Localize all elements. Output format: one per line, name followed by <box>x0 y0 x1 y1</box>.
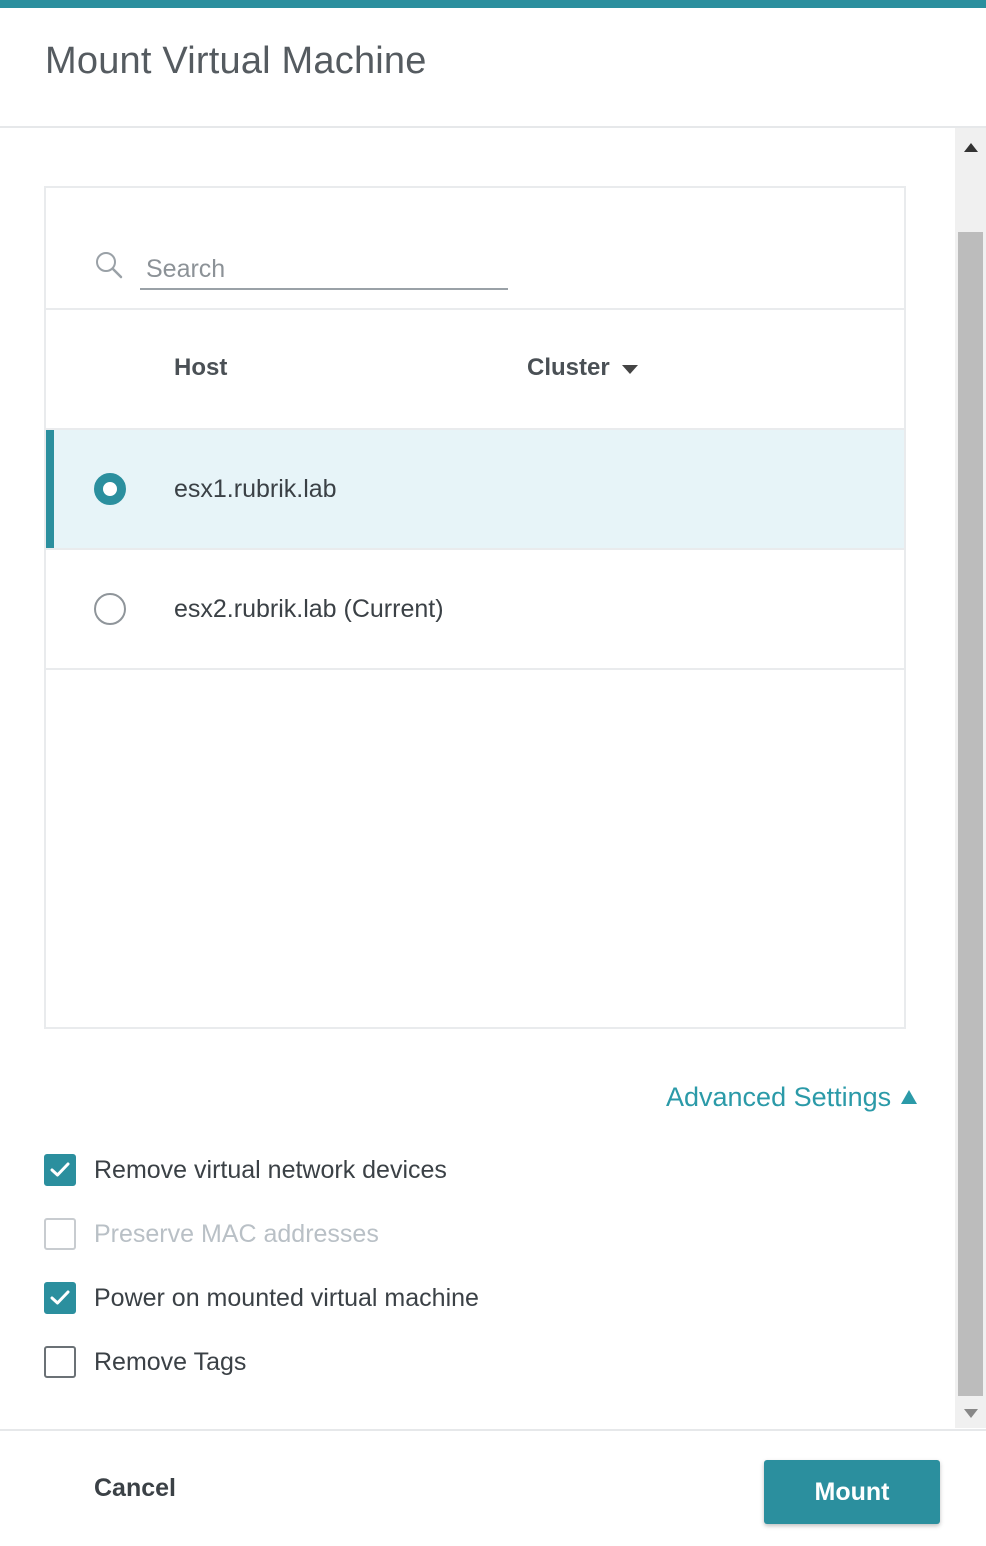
header-divider <box>0 126 986 128</box>
option-remove-network-devices[interactable]: Remove virtual network devices <box>44 1154 447 1186</box>
column-header-host[interactable]: Host <box>174 354 227 382</box>
checkbox-disabled <box>44 1218 76 1250</box>
table-header: Host Cluster <box>46 310 904 430</box>
checkmark-icon <box>50 1162 70 1177</box>
search-bar <box>46 188 904 310</box>
option-remove-tags[interactable]: Remove Tags <box>44 1346 246 1378</box>
option-label: Preserve MAC addresses <box>94 1219 379 1248</box>
option-label: Power on mounted virtual machine <box>94 1283 479 1312</box>
advanced-settings-toggle[interactable]: Advanced Settings <box>666 1082 918 1113</box>
option-label: Remove Tags <box>94 1347 247 1376</box>
dialog-title: Mount Virtual Machine <box>45 40 427 82</box>
option-preserve-mac-addresses: Preserve MAC addresses <box>44 1218 379 1250</box>
scroll-thumb[interactable] <box>958 232 983 1396</box>
dialog-accent-bar <box>0 0 986 8</box>
selected-row-indicator <box>46 430 54 548</box>
mount-button[interactable]: Mount <box>764 1460 940 1524</box>
cancel-button[interactable]: Cancel <box>94 1474 176 1503</box>
host-name: esx2.rubrik.lab (Current) <box>174 595 444 623</box>
mount-vm-dialog: Mount Virtual Machine Host Cluster <box>0 0 986 1546</box>
column-header-cluster[interactable]: Cluster <box>527 354 638 382</box>
host-radio-button[interactable] <box>94 473 126 505</box>
search-input[interactable] <box>140 250 508 290</box>
checkbox-checked[interactable] <box>44 1154 76 1186</box>
footer-divider <box>0 1429 986 1431</box>
advanced-settings-label: Advanced Settings <box>666 1082 892 1112</box>
table-row[interactable]: esx2.rubrik.lab (Current) <box>46 550 904 670</box>
table-row[interactable]: esx1.rubrik.lab <box>46 430 904 550</box>
option-label: Remove virtual network devices <box>94 1155 447 1184</box>
caret-up-icon <box>901 1089 918 1104</box>
vertical-scrollbar[interactable] <box>955 128 986 1428</box>
scroll-down-arrow-icon[interactable] <box>955 1406 986 1420</box>
checkmark-icon <box>50 1290 70 1305</box>
option-power-on-vm[interactable]: Power on mounted virtual machine <box>44 1282 479 1314</box>
checkbox-unchecked[interactable] <box>44 1346 76 1378</box>
sort-descending-icon[interactable] <box>621 364 638 374</box>
checkbox-checked[interactable] <box>44 1282 76 1314</box>
host-selection-panel: Host Cluster esx1.rubrik.lab esx2.rubrik… <box>44 186 906 1029</box>
host-name: esx1.rubrik.lab <box>174 475 337 503</box>
host-radio-button[interactable] <box>94 593 126 625</box>
search-icon <box>94 250 124 280</box>
scroll-up-arrow-icon[interactable] <box>955 140 986 154</box>
column-header-cluster-label: Cluster <box>527 354 610 381</box>
